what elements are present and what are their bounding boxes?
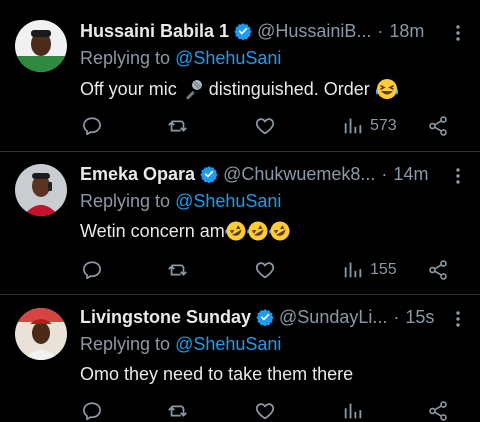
avatar[interactable]: [15, 164, 67, 216]
verified-badge-icon: [200, 166, 218, 183]
replying-to-label: Replying to: [80, 334, 176, 354]
separator-dot: ·: [393, 306, 400, 327]
tweet-header: Hussaini Babila 1 @HussainiB... · 18m: [80, 18, 480, 44]
share-icon: [429, 116, 447, 136]
replying-to-label: Replying to: [80, 191, 176, 211]
share-button[interactable]: [427, 399, 449, 422]
views-button[interactable]: 573: [342, 114, 397, 138]
verified-badge-icon: [234, 23, 252, 40]
heart-icon: [255, 262, 275, 279]
mention-link[interactable]: @ShehuSani: [175, 191, 281, 211]
views-chart-icon: [344, 403, 362, 419]
retweet-button[interactable]: [167, 258, 189, 282]
tweet-header: Livingstone Sunday @SundayLi... · 15s: [80, 304, 480, 330]
tweet-text-part-2: distinguished. Order: [203, 78, 375, 99]
avatar-image: [15, 20, 67, 72]
views-button[interactable]: 155: [342, 258, 397, 282]
mention-link[interactable]: @ShehuSani: [175, 48, 281, 68]
views-count: 155: [370, 261, 397, 278]
tweet-header: Emeka Opara @Chukwuemek8... · 14m: [80, 161, 480, 187]
replying-to: Replying to @ShehuSani: [80, 334, 281, 355]
retweet-button[interactable]: [167, 399, 189, 422]
avatar-image: [15, 164, 67, 216]
retweet-button[interactable]: [167, 114, 189, 138]
laughing-emoji-icon: [375, 79, 398, 99]
tweet-actions: 573: [78, 114, 458, 138]
separator-dot: ·: [381, 163, 388, 184]
display-name[interactable]: Livingstone Sunday: [80, 307, 251, 328]
reply-button[interactable]: [81, 114, 103, 138]
retweet-icon: [168, 120, 187, 132]
replying-to-label: Replying to: [80, 48, 176, 68]
user-handle[interactable]: @Chukwuemek8...: [223, 164, 375, 185]
like-button[interactable]: [254, 258, 276, 282]
views-chart-icon: [344, 118, 362, 134]
rolling-laughing-emoji-icon: [246, 221, 268, 241]
tweet-text-part-1: Omo they need to take them there: [80, 364, 354, 384]
reply-button[interactable]: [81, 258, 103, 282]
reply-icon: [83, 402, 101, 421]
share-icon: [429, 401, 447, 421]
mention-link[interactable]: @ShehuSani: [175, 334, 281, 354]
tweet-actions: [78, 399, 458, 422]
share-button[interactable]: [427, 258, 449, 282]
more-options-icon[interactable]: [456, 168, 460, 184]
retweet-icon: [168, 264, 187, 276]
share-icon: [429, 260, 447, 280]
display-name[interactable]: Emeka Opara: [80, 164, 195, 185]
display-name[interactable]: Hussaini Babila 1: [80, 21, 229, 42]
user-handle[interactable]: @SundayLi...: [279, 307, 387, 328]
more-options-icon[interactable]: [456, 311, 460, 327]
tweet-text-part-1: Off your mic: [80, 78, 182, 99]
like-button[interactable]: [254, 114, 276, 138]
tweet-2[interactable]: Emeka Opara @Chukwuemek8... · 14m Replyi…: [0, 152, 480, 294]
tweet-1[interactable]: Hussaini Babila 1 @HussainiB... · 18m Re…: [0, 0, 480, 150]
avatar-image: [15, 308, 67, 360]
heart-icon: [255, 118, 275, 135]
rolling-laughing-emoji-icon: [224, 221, 246, 241]
avatar[interactable]: [15, 20, 67, 72]
more-options-icon[interactable]: [456, 25, 460, 41]
replying-to: Replying to @ShehuSani: [80, 48, 281, 69]
separator-dot: ·: [377, 20, 384, 41]
timestamp[interactable]: 18m: [389, 21, 424, 42]
user-handle[interactable]: @HussainiB...: [257, 21, 371, 42]
retweet-icon: [168, 405, 187, 417]
share-button[interactable]: [427, 114, 449, 138]
like-button[interactable]: [254, 399, 276, 422]
views-count: 573: [370, 117, 397, 134]
replying-to: Replying to @ShehuSani: [80, 191, 281, 212]
timestamp[interactable]: 15s: [405, 307, 434, 328]
verified-badge-icon: [256, 309, 274, 326]
heart-icon: [255, 403, 275, 420]
tweet-3[interactable]: Livingstone Sunday @SundayLi... · 15s Re…: [0, 295, 480, 422]
views-chart-icon: [344, 262, 362, 278]
rolling-laughing-emoji-icon: [268, 221, 290, 241]
tweet-text: Wetin concern am: [80, 220, 291, 242]
reply-button[interactable]: [81, 399, 103, 422]
tweet-text: Off your mic distinguished. Order: [80, 78, 399, 100]
views-button[interactable]: [342, 399, 370, 422]
reply-icon: [83, 261, 101, 280]
reply-icon: [83, 117, 101, 136]
tweet-text-part-1: Wetin concern am: [80, 220, 225, 241]
timestamp[interactable]: 14m: [393, 164, 428, 185]
avatar[interactable]: [15, 308, 67, 360]
microphone-emoji-icon: [186, 80, 202, 100]
tweet-text: Omo they need to take them there: [80, 364, 353, 385]
tweet-actions: 155: [78, 258, 458, 282]
